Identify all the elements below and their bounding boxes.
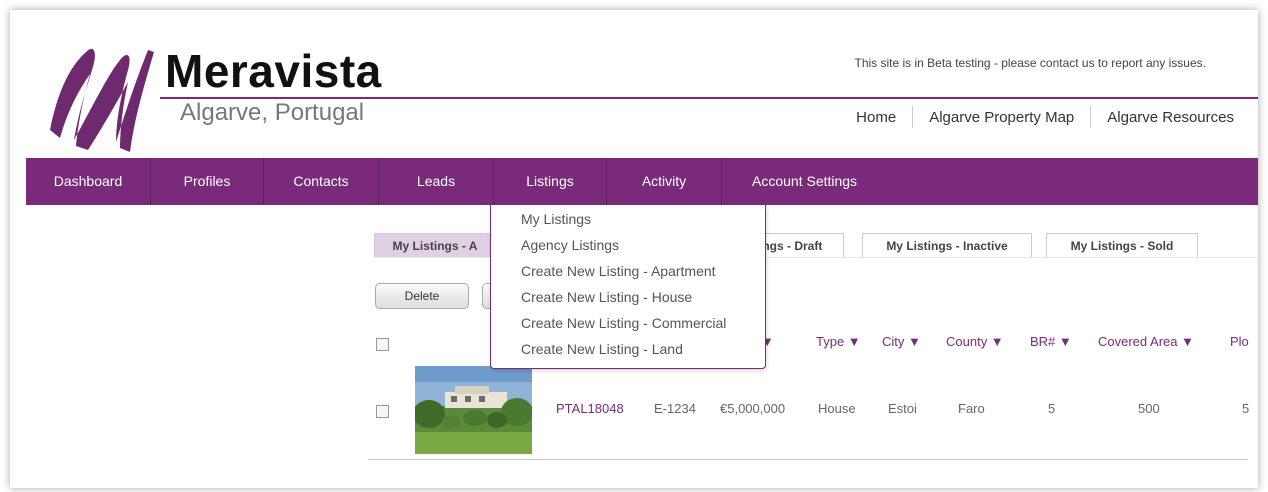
- listing-type: House: [818, 401, 856, 416]
- listing-reference-link[interactable]: PTAL18048: [556, 401, 624, 416]
- main-nav: Dashboard Profiles Contacts Leads Listin…: [26, 158, 1258, 205]
- tab-draft-listings[interactable]: ings - Draft: [754, 233, 844, 258]
- row-checkbox[interactable]: [376, 405, 389, 418]
- city-header[interactable]: City ▼: [882, 334, 921, 349]
- property-map-link[interactable]: Algarve Property Map: [913, 109, 1090, 126]
- tab-sold-listings[interactable]: My Listings - Sold: [1046, 233, 1198, 258]
- row-divider: [368, 459, 1248, 460]
- nav-activity[interactable]: Activity: [607, 158, 722, 205]
- listing-thumbnail[interactable]: [415, 366, 532, 454]
- bedrooms-header[interactable]: BR# ▼: [1030, 334, 1072, 349]
- brand-name: Meravista: [165, 45, 382, 97]
- listing-code: E-1234: [654, 401, 696, 416]
- menu-item-new-apartment[interactable]: Create New Listing - Apartment: [521, 263, 716, 279]
- listing-bedrooms: 5: [1048, 401, 1056, 416]
- county-header[interactable]: County ▼: [946, 334, 1004, 349]
- menu-item-agency-listings[interactable]: Agency Listings: [521, 237, 619, 253]
- type-header[interactable]: Type ▼: [816, 334, 861, 349]
- listing-county: Faro: [958, 401, 985, 416]
- covered-area-header[interactable]: Covered Area ▼: [1098, 334, 1194, 349]
- beta-notice: This site is in Beta testing - please co…: [854, 56, 1206, 70]
- tab-active-listings[interactable]: My Listings - A: [374, 233, 496, 258]
- resources-link[interactable]: Algarve Resources: [1091, 109, 1250, 126]
- nav-dashboard[interactable]: Dashboard: [26, 158, 151, 205]
- select-all-checkbox[interactable]: [376, 338, 389, 351]
- nav-profiles[interactable]: Profiles: [151, 158, 264, 205]
- meravista-logo-icon: [50, 48, 154, 152]
- page-frame: Meravista Algarve, Portugal This site is…: [10, 10, 1258, 488]
- nav-account-settings[interactable]: Account Settings: [722, 158, 1052, 205]
- listing-covered-area: 500: [1138, 401, 1160, 416]
- home-link[interactable]: Home: [840, 109, 912, 126]
- menu-item-new-land[interactable]: Create New Listing - Land: [521, 341, 683, 357]
- nav-contacts[interactable]: Contacts: [264, 158, 379, 205]
- listing-plot: 5: [1242, 401, 1250, 416]
- listing-city: Estoi: [888, 401, 917, 416]
- nav-listings[interactable]: Listings: [494, 158, 607, 205]
- menu-item-new-house[interactable]: Create New Listing - House: [521, 289, 692, 305]
- nav-leads[interactable]: Leads: [379, 158, 494, 205]
- brand-tagline: Algarve, Portugal: [180, 99, 365, 126]
- menu-item-my-listings[interactable]: My Listings: [521, 211, 591, 227]
- tab-inactive-listings[interactable]: My Listings - Inactive: [862, 233, 1032, 258]
- top-links: Home Algarve Property Map Algarve Resour…: [840, 106, 1250, 128]
- delete-button[interactable]: Delete: [375, 283, 469, 309]
- listings-dropdown-menu: My Listings Agency Listings Create New L…: [490, 205, 766, 369]
- menu-item-new-commercial[interactable]: Create New Listing - Commercial: [521, 315, 726, 331]
- plot-header[interactable]: Plo: [1230, 334, 1249, 349]
- listing-price: €5,000,000: [720, 401, 786, 416]
